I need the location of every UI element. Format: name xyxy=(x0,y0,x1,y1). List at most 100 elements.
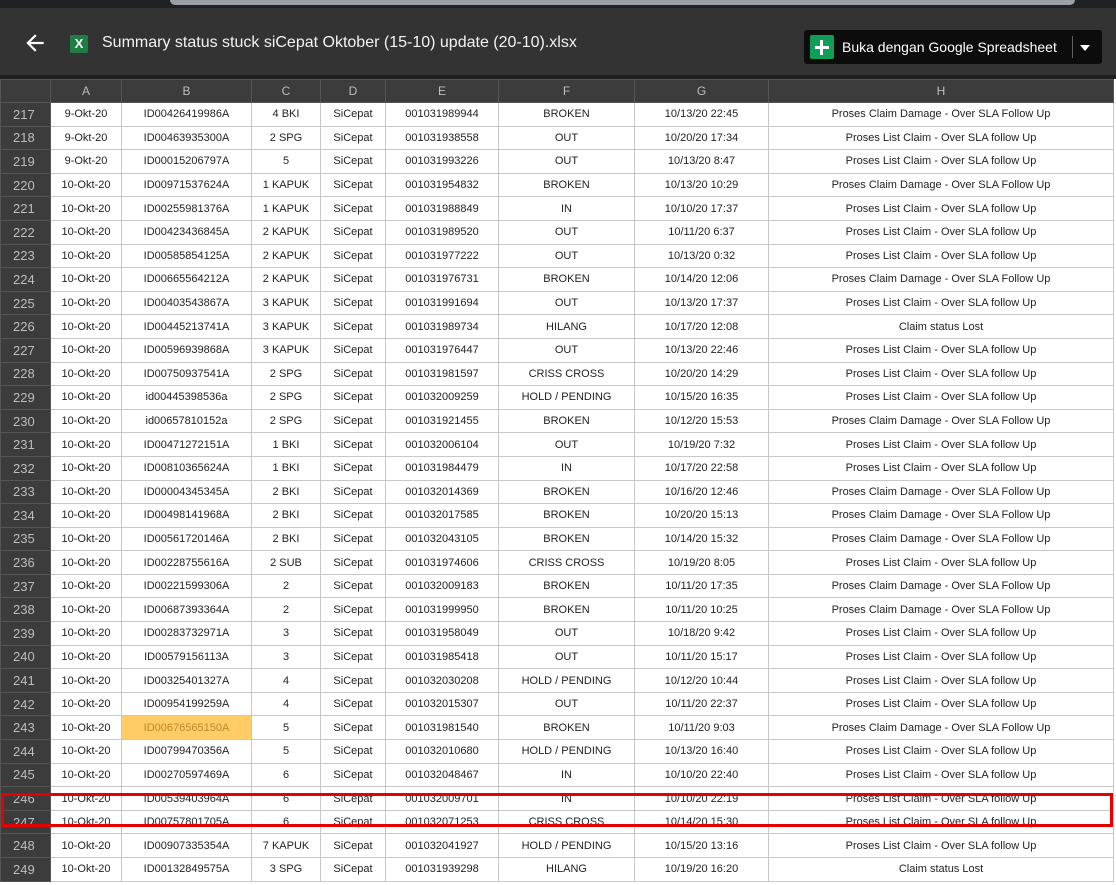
cell-d[interactable]: SiCepat xyxy=(320,762,386,788)
cell-a[interactable]: 10-Okt-20 xyxy=(50,621,122,646)
cell-a[interactable]: 9-Okt-20 xyxy=(50,125,122,151)
cell-g[interactable]: 10/20/20 15:13 xyxy=(634,503,769,528)
cell-c[interactable]: 6 xyxy=(251,786,321,811)
cell-g[interactable]: 10/14/20 15:30 xyxy=(634,809,769,835)
cell-e[interactable]: 001031976731 xyxy=(385,267,499,292)
cell-b[interactable]: ID00954199259A xyxy=(121,691,252,717)
cell-f[interactable]: OUT xyxy=(498,432,635,457)
cell-c[interactable]: 2 xyxy=(251,597,321,623)
cell-e[interactable]: 001032010680 xyxy=(385,739,499,764)
cell-d[interactable]: SiCepat xyxy=(320,668,386,693)
cell-f[interactable]: OUT xyxy=(498,691,635,717)
cell-b[interactable]: ID00596939868A xyxy=(121,337,252,363)
cell-h[interactable]: Claim status Lost xyxy=(768,314,1114,339)
cell-g[interactable]: 10/11/20 10:25 xyxy=(634,597,769,623)
cell-g[interactable]: 10/13/20 17:37 xyxy=(634,290,769,316)
table-row[interactable]: 245 10-Okt-20 ID00270597469A 6 SiCepat 001032… xyxy=(0,762,1114,788)
cell-g[interactable]: 10/10/20 22:19 xyxy=(634,786,769,811)
cell-b[interactable]: id00445398536a xyxy=(121,385,252,410)
cell-c[interactable]: 5 xyxy=(251,739,321,764)
cell-f[interactable]: HOLD / PENDING xyxy=(498,739,635,764)
cell-a[interactable]: 10-Okt-20 xyxy=(50,691,122,717)
cell-g[interactable]: 10/17/20 12:08 xyxy=(634,314,769,339)
cell-g[interactable]: 10/13/20 16:40 xyxy=(634,739,769,764)
cell-h[interactable]: Proses List Claim - Over SLA follow Up xyxy=(768,337,1114,363)
row-number[interactable]: 219 xyxy=(0,149,51,174)
cell-e[interactable]: 001031993226 xyxy=(385,149,499,174)
cell-c[interactable]: 2 BKI xyxy=(251,503,321,528)
table-row[interactable]: 229 10-Okt-20 id00445398536a 2 SPG SiCepat 00… xyxy=(0,385,1114,410)
cell-f[interactable]: CRISS CROSS xyxy=(498,550,635,575)
cell-h[interactable]: Claim status Lost xyxy=(768,857,1114,882)
cell-b[interactable]: ID00579156113A xyxy=(121,644,252,670)
table-row[interactable]: 232 10-Okt-20 ID00810365624A 1 BKI SiCepat 00… xyxy=(0,455,1114,481)
cell-g[interactable]: 10/15/20 13:16 xyxy=(634,833,769,858)
cell-b[interactable]: ID00270597469A xyxy=(121,762,252,788)
row-number[interactable]: 234 xyxy=(0,503,51,528)
row-number[interactable]: 231 xyxy=(0,432,51,457)
table-row[interactable]: 233 10-Okt-20 ID00004345345A 2 BKI SiCepat 00… xyxy=(0,479,1114,505)
row-number[interactable]: 239 xyxy=(0,621,51,646)
cell-e[interactable]: 001031999950 xyxy=(385,597,499,623)
cell-h[interactable]: Proses Claim Damage - Over SLA Follow Up xyxy=(768,479,1114,505)
cell-a[interactable]: 10-Okt-20 xyxy=(50,573,122,599)
cell-a[interactable]: 10-Okt-20 xyxy=(50,385,122,410)
table-row[interactable]: 226 10-Okt-20 ID00445213741A 3 KAPUK SiCepat… xyxy=(0,314,1114,339)
cell-d[interactable]: SiCepat xyxy=(320,526,386,552)
cell-c[interactable]: 2 KAPUK xyxy=(251,243,321,269)
row-number[interactable]: 222 xyxy=(0,219,51,245)
table-row[interactable]: 219 9-Okt-20 ID00015206797A 5 SiCepat 0010319… xyxy=(0,149,1114,174)
cell-d[interactable]: SiCepat xyxy=(320,432,386,457)
cell-h[interactable]: Proses List Claim - Over SLA follow Up xyxy=(768,691,1114,717)
row-number[interactable]: 244 xyxy=(0,739,51,764)
table-row[interactable]: 235 10-Okt-20 ID00561720146A 2 BKI SiCepat 00… xyxy=(0,526,1114,552)
cell-c[interactable]: 2 BKI xyxy=(251,479,321,505)
row-number[interactable]: 229 xyxy=(0,385,51,410)
table-row[interactable]: 228 10-Okt-20 ID00750937541A 2 SPG SiCepat 00… xyxy=(0,361,1114,387)
cell-c[interactable]: 1 BKI xyxy=(251,432,321,457)
cell-b[interactable]: ID00004345345A xyxy=(121,479,252,505)
row-number[interactable]: 225 xyxy=(0,290,51,316)
cell-h[interactable]: Proses Claim Damage - Over SLA Follow Up xyxy=(768,267,1114,292)
cell-b[interactable]: ID00750937541A xyxy=(121,361,252,387)
cell-g[interactable]: 10/16/20 12:46 xyxy=(634,479,769,505)
cell-c[interactable]: 2 KAPUK xyxy=(251,219,321,245)
cell-e[interactable]: 001031989520 xyxy=(385,219,499,245)
cell-a[interactable]: 10-Okt-20 xyxy=(50,503,122,528)
cell-h[interactable]: Proses Claim Damage - Over SLA Follow Up xyxy=(768,408,1114,434)
cell-h[interactable]: Proses List Claim - Over SLA follow Up xyxy=(768,385,1114,410)
row-number[interactable]: 241 xyxy=(0,668,51,693)
cell-h[interactable]: Proses List Claim - Over SLA follow Up xyxy=(768,644,1114,670)
cell-a[interactable]: 9-Okt-20 xyxy=(50,149,122,174)
cell-a[interactable]: 10-Okt-20 xyxy=(50,479,122,505)
cell-b[interactable]: ID00325401327A xyxy=(121,668,252,693)
cell-d[interactable]: SiCepat xyxy=(320,196,386,221)
cell-c[interactable]: 3 KAPUK xyxy=(251,337,321,363)
cell-g[interactable]: 10/13/20 22:45 xyxy=(634,102,769,127)
cell-b[interactable]: ID00687393364A xyxy=(121,597,252,623)
row-number[interactable]: 217 xyxy=(0,102,51,127)
cell-e[interactable]: 001032009259 xyxy=(385,385,499,410)
cell-e[interactable]: 001031939298 xyxy=(385,857,499,882)
cell-h[interactable]: Proses List Claim - Over SLA follow Up xyxy=(768,668,1114,693)
cell-f[interactable]: HILANG xyxy=(498,314,635,339)
cell-a[interactable]: 10-Okt-20 xyxy=(50,267,122,292)
cell-f[interactable]: OUT xyxy=(498,290,635,316)
row-number[interactable]: 249 xyxy=(0,857,51,882)
cell-d[interactable]: SiCepat xyxy=(320,550,386,575)
row-number[interactable]: 220 xyxy=(0,172,51,198)
cell-c[interactable]: 3 xyxy=(251,644,321,670)
cell-b[interactable]: ID00403543867A xyxy=(121,290,252,316)
cell-e[interactable]: 001031985418 xyxy=(385,644,499,670)
cell-a[interactable]: 10-Okt-20 xyxy=(50,786,122,811)
cell-g[interactable]: 10/10/20 17:37 xyxy=(634,196,769,221)
cell-h[interactable]: Proses List Claim - Over SLA follow Up xyxy=(768,621,1114,646)
cell-g[interactable]: 10/20/20 14:29 xyxy=(634,361,769,387)
cell-a[interactable]: 10-Okt-20 xyxy=(50,762,122,788)
cell-d[interactable]: SiCepat xyxy=(320,267,386,292)
cell-g[interactable]: 10/19/20 8:05 xyxy=(634,550,769,575)
cell-b[interactable]: ID00665564212A xyxy=(121,267,252,292)
cell-f[interactable]: OUT xyxy=(498,621,635,646)
cell-e[interactable]: 001031984479 xyxy=(385,455,499,481)
cell-c[interactable]: 3 KAPUK xyxy=(251,290,321,316)
